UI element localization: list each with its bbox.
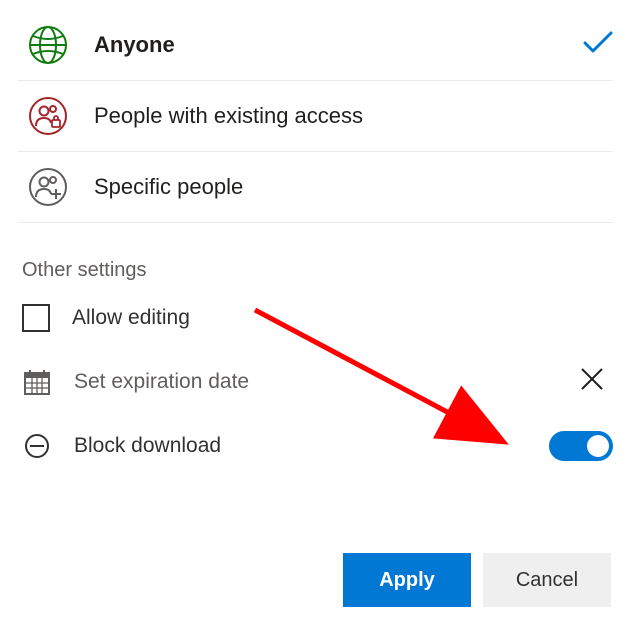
cancel-button[interactable]: Cancel [483, 553, 611, 607]
block-icon [22, 431, 52, 461]
calendar-icon [22, 367, 52, 397]
check-icon [583, 30, 613, 60]
option-specific-people[interactable]: Specific people [18, 151, 613, 222]
block-download-row: Block download [18, 414, 613, 478]
apply-button[interactable]: Apply [343, 553, 471, 607]
clear-expiration-icon[interactable] [579, 366, 605, 398]
people-add-icon [26, 165, 70, 209]
audience-options: Anyone People with existing access [18, 10, 613, 223]
allow-editing-checkbox[interactable] [22, 304, 50, 332]
option-existing-label: People with existing access [94, 103, 363, 129]
set-expiration-label: Set expiration date [74, 370, 249, 394]
block-download-label: Block download [74, 434, 221, 458]
option-anyone-label: Anyone [94, 32, 175, 58]
option-specific-label: Specific people [94, 174, 243, 200]
block-download-toggle[interactable] [549, 431, 613, 461]
globe-icon [26, 23, 70, 67]
set-expiration-row[interactable]: Set expiration date [18, 350, 613, 414]
people-lock-icon [26, 94, 70, 138]
option-anyone[interactable]: Anyone [18, 10, 613, 80]
dialog-buttons: Apply Cancel [343, 553, 611, 607]
other-settings-heading: Other settings [18, 259, 613, 282]
allow-editing-row[interactable]: Allow editing [18, 286, 613, 350]
allow-editing-label: Allow editing [72, 306, 190, 330]
option-existing-access[interactable]: People with existing access [18, 80, 613, 151]
